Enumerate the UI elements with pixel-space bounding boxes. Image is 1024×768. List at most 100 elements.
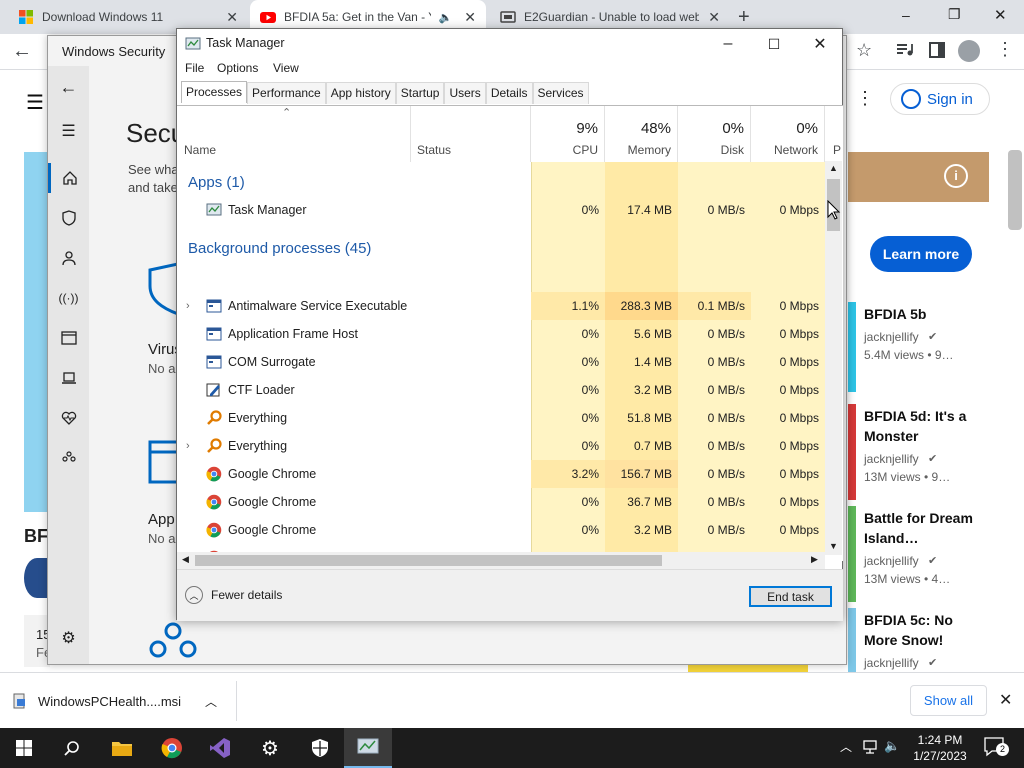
windows-security-taskbar-icon[interactable] — [296, 728, 344, 768]
menu-options[interactable]: Options — [217, 61, 258, 75]
new-tab-button[interactable]: + — [738, 6, 750, 29]
settings-gear-icon[interactable]: ⚙ — [48, 623, 89, 653]
file-explorer-icon[interactable] — [98, 728, 146, 768]
video-player-thumbnail[interactable] — [24, 152, 48, 512]
scroll-up-arrow-icon[interactable]: ▲ — [829, 163, 838, 173]
column-header-disk[interactable]: 0% Disk — [678, 106, 751, 162]
network-icon[interactable] — [862, 739, 878, 758]
chevron-up-icon[interactable]: ︿ — [205, 693, 217, 710]
table-row[interactable]: Application Frame Host 0% 5.6 MB 0 MB/s 0 Mb… — [177, 320, 823, 348]
menu-view[interactable]: View — [273, 61, 299, 75]
browser-minimize-button[interactable]: – — [902, 7, 910, 23]
maximize-button[interactable]: ☐ — [751, 29, 797, 59]
column-header-memory[interactable]: 48% Memory — [605, 106, 678, 162]
expand-chevron-icon[interactable]: › — [186, 432, 190, 460]
download-item[interactable]: WindowsPCHealth....msi ︿ — [12, 681, 237, 721]
health-heart-icon[interactable] — [48, 403, 89, 433]
tab-app-history[interactable]: App history — [325, 82, 396, 104]
close-tab-icon[interactable]: ✕ — [464, 9, 476, 26]
table-row[interactable]: COM Surrogate 0% 1.4 MB 0 MB/s 0 Mbps — [177, 348, 823, 376]
person-icon[interactable] — [48, 243, 89, 273]
tab-startup[interactable]: Startup — [395, 82, 445, 104]
hamburger-menu-icon[interactable]: ☰ — [26, 90, 44, 115]
close-tab-icon[interactable]: ✕ — [226, 9, 238, 26]
scroll-down-arrow-icon[interactable]: ▼ — [829, 541, 838, 551]
back-arrow-icon[interactable]: ← — [12, 40, 32, 63]
table-row[interactable]: Google Chrome 0% 36.7 MB 0 MB/s 0 Mbps — [177, 488, 823, 516]
wireless-icon[interactable]: ((·)) — [48, 283, 89, 313]
volume-icon[interactable]: 🔈 — [884, 738, 900, 754]
app-browser-title[interactable]: App — [148, 511, 175, 528]
ad-banner-image[interactable]: i — [848, 152, 989, 202]
column-header-cpu[interactable]: 9% CPU — [531, 106, 605, 162]
more-menu-icon[interactable]: ⋮ — [996, 39, 1014, 60]
group-header-background[interactable]: Background processes (45) — [188, 233, 371, 265]
tab-performance[interactable]: Performance — [247, 82, 326, 104]
clock[interactable]: 1:24 PM 1/27/2023 — [912, 732, 968, 764]
column-header-network[interactable]: 0% Network — [751, 106, 825, 162]
scroll-right-arrow-icon[interactable]: ▶ — [811, 554, 818, 565]
table-row[interactable]: Google Chrome 0% 3.2 MB 0 MB/s 0 Mbps — [177, 516, 823, 544]
tab-users[interactable]: Users — [444, 82, 486, 104]
settings-gear-icon[interactable]: ⚙ — [246, 728, 294, 768]
media-controls-icon[interactable] — [896, 42, 914, 61]
end-task-button[interactable]: End task — [749, 586, 832, 607]
recommended-video[interactable]: BFDIA 5c: No More Snow! jacknjellify ✔ — [848, 608, 1024, 672]
side-panel-icon[interactable] — [929, 42, 945, 61]
close-icon[interactable]: ✕ — [999, 690, 1012, 710]
info-icon[interactable]: i — [944, 164, 968, 188]
home-icon[interactable] — [48, 163, 89, 193]
search-icon[interactable] — [48, 728, 96, 768]
recommended-video[interactable]: Battle for Dream Island… jacknjellify ✔ … — [848, 506, 1024, 602]
recommended-video[interactable]: BFDIA 5d: It's a Monster jacknjellify ✔ … — [848, 404, 1024, 500]
shield-icon[interactable] — [48, 203, 89, 233]
close-button[interactable]: ✕ — [797, 29, 843, 59]
page-scrollbar-thumb[interactable] — [1008, 150, 1022, 230]
bookmark-star-icon[interactable]: ☆ — [856, 40, 872, 61]
back-arrow-icon[interactable]: ← — [48, 72, 89, 102]
expand-chevron-icon[interactable]: › — [186, 292, 190, 320]
process-disk-cell: 0 MB/s — [707, 523, 745, 537]
visual-studio-icon[interactable] — [196, 728, 244, 768]
task-manager-icon — [206, 202, 222, 218]
sign-in-button[interactable]: Sign in — [890, 83, 990, 115]
group-header-apps[interactable]: Apps (1) — [188, 167, 245, 199]
profile-avatar-icon[interactable] — [958, 40, 980, 62]
learn-more-button[interactable]: Learn more — [870, 236, 972, 272]
app-browser-icon[interactable] — [48, 323, 89, 353]
tab-details[interactable]: Details — [485, 82, 533, 104]
browser-close-button[interactable]: ✕ — [994, 6, 1007, 24]
horizontal-scrollbar[interactable]: ◀ ▶ — [177, 552, 825, 569]
scrollbar-thumb[interactable] — [195, 555, 662, 566]
speaker-icon[interactable]: 🔈 — [439, 11, 453, 24]
chevron-up-icon[interactable]: ︿ — [840, 738, 852, 755]
more-options-icon[interactable]: ⋮ — [856, 88, 874, 109]
table-row[interactable]: Google Chrome 3.2% 156.7 MB 0 MB/s 0 Mbps — [177, 460, 823, 488]
hamburger-menu-icon[interactable]: ☰ — [48, 116, 89, 146]
family-icon[interactable] — [48, 443, 89, 473]
minimize-button[interactable]: – — [705, 29, 751, 59]
table-row[interactable]: › Everything 0% 0.7 MB 0 MB/s 0 Mbps — [177, 432, 823, 460]
tab-processes[interactable]: Processes — [181, 81, 248, 103]
fewer-details-button[interactable]: ︿ Fewer details — [185, 586, 282, 604]
menu-file[interactable]: File — [185, 61, 204, 75]
table-row[interactable]: Everything 0% 51.8 MB 0 MB/s 0 Mbps — [177, 404, 823, 432]
recommended-video[interactable]: BFDIA 5b jacknjellify ✔ 5.4M views • 9… — [848, 302, 1024, 392]
column-header-power[interactable]: P — [825, 106, 843, 162]
show-all-button[interactable]: Show all — [910, 685, 987, 716]
process-mem-cell: 51.8 MB — [627, 411, 672, 425]
table-row[interactable]: CTF Loader 0% 3.2 MB 0 MB/s 0 Mbps — [177, 376, 823, 404]
laptop-icon[interactable] — [48, 363, 89, 393]
scroll-left-arrow-icon[interactable]: ◀ — [182, 554, 189, 565]
column-header-name[interactable]: ⌃ Name — [177, 106, 411, 162]
table-row[interactable]: › Antimalware Service Executable 1.1% 288.3… — [177, 292, 823, 320]
browser-restore-button[interactable]: ❐ — [948, 6, 961, 23]
table-row[interactable]: Task Manager 0% 17.4 MB 0 MB/s 0 Mbps — [177, 196, 823, 224]
task-manager-taskbar-icon[interactable] — [344, 728, 392, 768]
close-tab-icon[interactable]: ✕ — [708, 9, 720, 26]
tab-services[interactable]: Services — [532, 82, 589, 104]
start-button[interactable] — [0, 728, 48, 768]
chrome-taskbar-icon[interactable] — [148, 728, 196, 768]
column-header-status[interactable]: Status — [411, 106, 531, 162]
notification-center-icon[interactable]: 2 — [984, 737, 1009, 760]
